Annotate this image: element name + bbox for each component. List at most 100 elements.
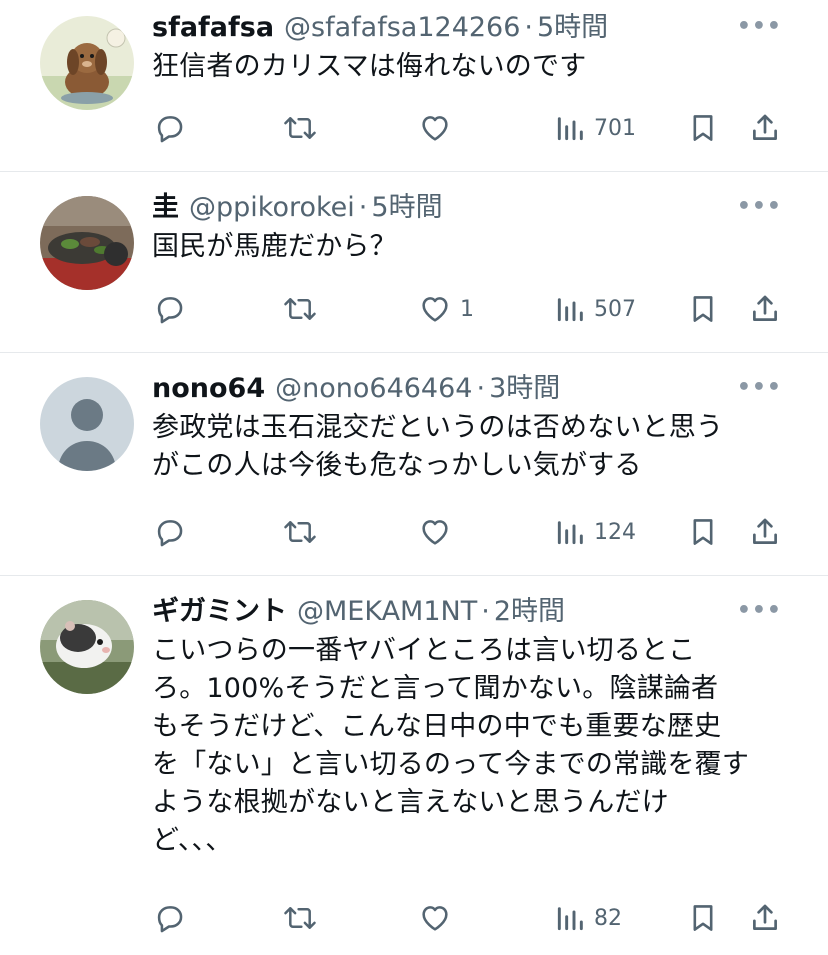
- tweet-text-line: ろ。100%そうだと言って聞かない。陰謀論者: [152, 673, 719, 704]
- reply-button[interactable]: [152, 898, 194, 938]
- share-button[interactable]: [748, 512, 782, 552]
- user-handle[interactable]: @nono646464: [275, 371, 472, 407]
- retweet-button[interactable]: [282, 289, 326, 329]
- more-options-icon[interactable]: •••: [737, 14, 782, 39]
- bookmark-button[interactable]: [688, 108, 718, 148]
- view-count: 82: [594, 905, 622, 931]
- retweet-icon: [284, 117, 316, 139]
- tweet-text: 狂信者のカリスマは侮れないのです: [152, 48, 788, 86]
- reply-icon: [157, 297, 183, 324]
- more-options-icon[interactable]: •••: [737, 598, 782, 623]
- avatar[interactable]: [40, 16, 134, 110]
- display-name[interactable]: sfafafsa: [152, 10, 274, 46]
- retweet-button[interactable]: [282, 108, 326, 148]
- tweet-header: 圭 @ppikorokei · 5時間: [152, 190, 788, 226]
- separator: ·: [524, 12, 533, 43]
- share-button[interactable]: [748, 898, 782, 938]
- views-button[interactable]: 701: [554, 108, 636, 148]
- action-bar: 1 507: [152, 289, 788, 329]
- tweet-text-line: 参政党は玉石混交だというのは否めないと思う: [152, 412, 724, 443]
- heart-icon: [422, 297, 448, 322]
- reply-feed: sfafafsa @sfafafsa124266 · 5時間 狂信者のカリスマは…: [0, 0, 828, 955]
- tweet[interactable]: sfafafsa @sfafafsa124266 · 5時間 狂信者のカリスマは…: [0, 0, 828, 172]
- retweet-icon: [284, 907, 316, 929]
- views-button[interactable]: 507: [554, 289, 636, 329]
- timestamp[interactable]: 3時間: [489, 371, 560, 407]
- avatar[interactable]: [40, 600, 134, 694]
- views-chart-icon: [557, 521, 583, 545]
- separator: ·: [481, 596, 490, 627]
- bookmark-button[interactable]: [688, 289, 718, 329]
- display-name[interactable]: ギガミント: [152, 594, 287, 630]
- views-button[interactable]: 124: [554, 512, 636, 552]
- action-bar: 82: [152, 898, 788, 938]
- reply-icon: [157, 116, 183, 143]
- timestamp[interactable]: 5時間: [537, 10, 608, 46]
- timestamp[interactable]: 5時間: [371, 190, 442, 226]
- tweet-text-line: ような根拠がないと言えないと思うんだけ: [152, 787, 669, 818]
- user-handle[interactable]: @MEKAM1NT: [297, 594, 477, 630]
- like-count: 1: [460, 296, 474, 322]
- display-name[interactable]: nono64: [152, 371, 265, 407]
- tweet[interactable]: nono64 @nono646464 · 3時間 参政党は玉石混交だというのは否…: [0, 353, 828, 576]
- reply-button[interactable]: [152, 289, 194, 329]
- view-count: 701: [594, 115, 636, 141]
- views-chart-icon: [557, 117, 583, 141]
- share-icon: [753, 518, 777, 544]
- avatar[interactable]: [40, 196, 134, 290]
- user-handle[interactable]: @sfafafsa124266: [284, 10, 520, 46]
- tweet-text-line: こいつらの一番ヤバイところは言い切るとこ: [152, 635, 696, 666]
- bookmark-icon: [693, 519, 713, 545]
- tweet-header: nono64 @nono646464 · 3時間: [152, 371, 788, 407]
- views-button[interactable]: 82: [554, 898, 622, 938]
- avatar[interactable]: [40, 377, 134, 471]
- reply-button[interactable]: [152, 512, 194, 552]
- like-button[interactable]: [418, 512, 460, 552]
- tweet-text-line: もそうだけど、こんな日中の中でも重要な歴史: [152, 711, 722, 742]
- share-button[interactable]: [748, 289, 782, 329]
- reply-icon: [157, 520, 183, 547]
- tweet-text: こいつらの一番ヤバイところは言い切るとこ ろ。100%そうだと言って聞かない。陰…: [152, 632, 788, 860]
- more-options-icon[interactable]: •••: [737, 375, 782, 400]
- retweet-button[interactable]: [282, 898, 326, 938]
- bookmark-button[interactable]: [688, 512, 718, 552]
- tweet-text-line: ど、、、: [152, 825, 233, 856]
- view-count: 124: [594, 519, 636, 545]
- tweet-text: 参政党は玉石混交だというのは否めないと思う がこの人は今後も危なっかしい気がする: [152, 409, 788, 485]
- action-bar: 124: [152, 512, 788, 552]
- tweet-header: sfafafsa @sfafafsa124266 · 5時間: [152, 10, 788, 46]
- views-chart-icon: [557, 907, 583, 931]
- timestamp[interactable]: 2時間: [494, 594, 565, 630]
- tweet[interactable]: ギガミント @MEKAM1NT · 2時間 こいつらの一番ヤバイところは言い切る…: [0, 576, 828, 955]
- tweet-text-line: を「ない」と言い切るのって今までの常識を覆す: [152, 749, 750, 780]
- share-icon: [753, 114, 777, 140]
- heart-icon: [422, 520, 448, 545]
- display-name[interactable]: 圭: [152, 190, 179, 226]
- bookmark-icon: [693, 115, 713, 141]
- action-bar: 701: [152, 108, 788, 148]
- reply-icon: [157, 906, 183, 933]
- tweet-text-line: 国民が馬鹿だから？: [152, 231, 397, 262]
- retweet-icon: [284, 521, 316, 543]
- view-count: 507: [594, 296, 636, 322]
- heart-icon: [422, 116, 448, 141]
- views-chart-icon: [557, 298, 583, 322]
- user-handle[interactable]: @ppikorokei: [189, 190, 355, 226]
- heart-icon: [422, 906, 448, 931]
- like-button[interactable]: [418, 108, 460, 148]
- share-icon: [753, 904, 777, 930]
- like-button[interactable]: 1: [418, 289, 474, 329]
- bookmark-icon: [693, 905, 713, 931]
- like-button[interactable]: [418, 898, 460, 938]
- tweet[interactable]: 圭 @ppikorokei · 5時間 国民が馬鹿だから？ ••• 1 507: [0, 172, 828, 353]
- reply-button[interactable]: [152, 108, 194, 148]
- tweet-text-line: がこの人は今後も危なっかしい気がする: [152, 450, 642, 481]
- share-icon: [753, 295, 777, 321]
- more-options-icon[interactable]: •••: [737, 194, 782, 219]
- retweet-button[interactable]: [282, 512, 326, 552]
- share-button[interactable]: [748, 108, 782, 148]
- tweet-text-line: 狂信者のカリスマは侮れないのです: [152, 51, 587, 82]
- bookmark-button[interactable]: [688, 898, 718, 938]
- tweet-text: 国民が馬鹿だから？: [152, 228, 788, 266]
- retweet-icon: [284, 298, 316, 320]
